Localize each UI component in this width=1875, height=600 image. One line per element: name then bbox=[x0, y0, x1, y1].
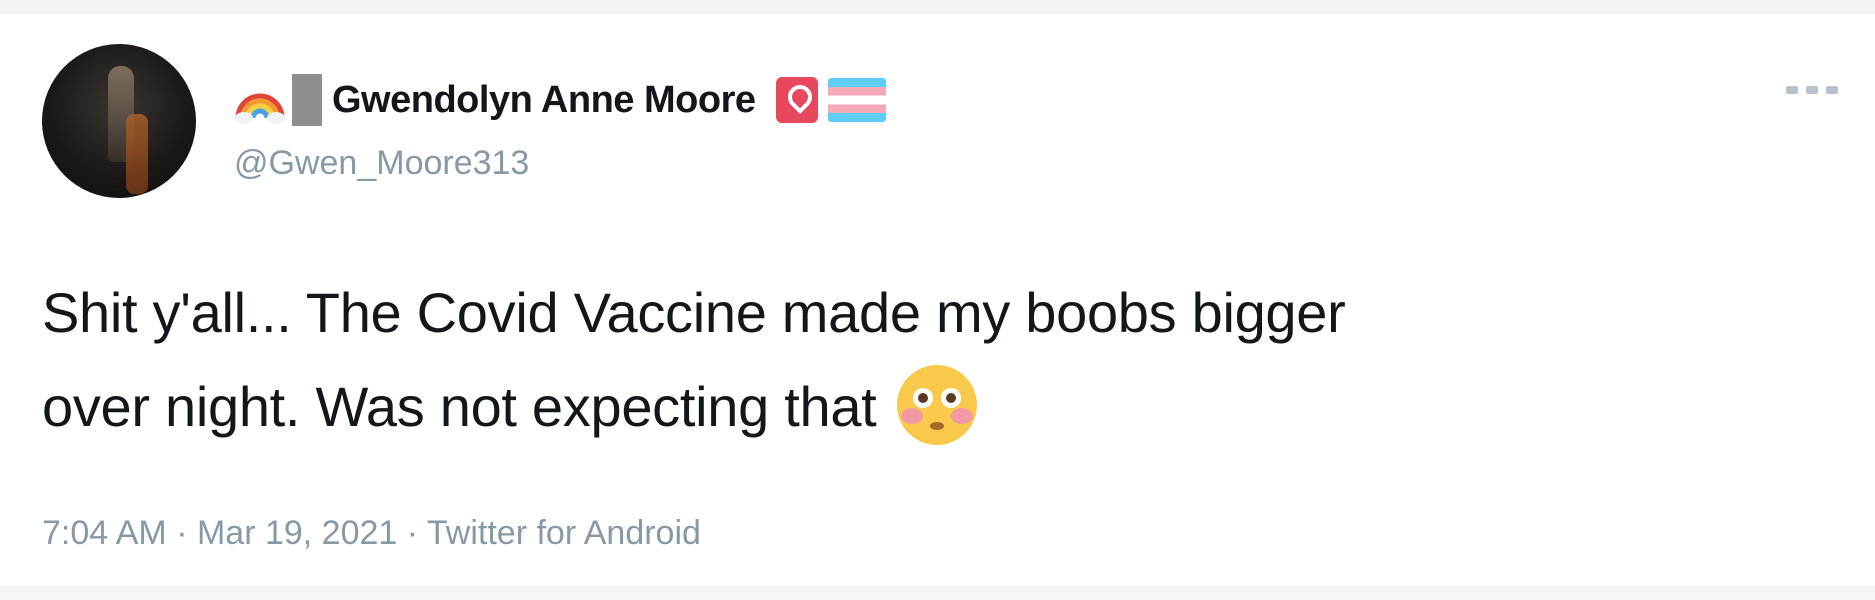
tweet-card[interactable]: Gwendolyn Anne Moore @Gwen_Moore313 Shit… bbox=[0, 14, 1875, 586]
avatar[interactable] bbox=[42, 44, 196, 198]
author-handle[interactable]: @Gwen_Moore313 bbox=[234, 144, 529, 183]
tweet-text-line-2: over night. Was not expecting that bbox=[42, 360, 1802, 454]
flushed-face-emoji bbox=[894, 362, 980, 448]
tweet-timestamp[interactable]: 7:04 AM · Mar 19, 2021 · Twitter for And… bbox=[42, 514, 701, 553]
avatar-figure-accent bbox=[126, 114, 148, 194]
tweet-text: Shit y'all... The Covid Vaccine made my … bbox=[42, 266, 1802, 454]
trans-flag-icon bbox=[827, 78, 886, 122]
flag-block-icon bbox=[292, 74, 322, 126]
author-display-name[interactable]: Gwendolyn Anne Moore bbox=[332, 79, 756, 122]
more-horizontal-icon[interactable] bbox=[1786, 80, 1838, 100]
top-divider bbox=[0, 0, 1875, 14]
location-pin-icon bbox=[775, 77, 818, 123]
tweet-text-line-1: Shit y'all... The Covid Vaccine made my … bbox=[42, 281, 1346, 344]
author-name-row[interactable]: Gwendolyn Anne Moore bbox=[234, 72, 886, 128]
rainbow-icon bbox=[234, 74, 286, 126]
bottom-divider bbox=[0, 586, 1875, 600]
tweet-text-line-2-content: over night. Was not expecting that bbox=[42, 375, 877, 438]
